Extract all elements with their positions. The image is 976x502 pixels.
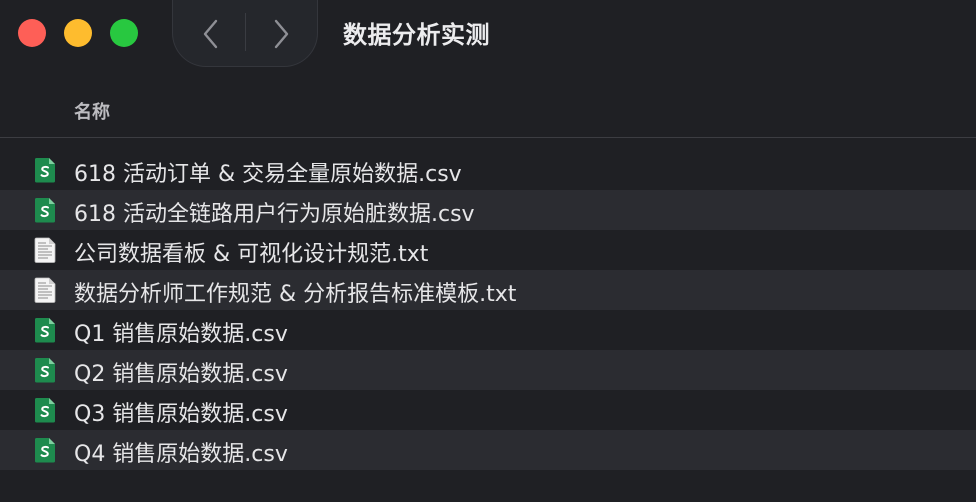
navigation-control (172, 0, 318, 67)
spreadsheet-icon (34, 317, 56, 343)
file-name: Q1 销售原始数据.csv (74, 322, 288, 347)
file-row[interactable]: 公司数据看板 & 可视化设计规范.txt (0, 230, 976, 270)
file-name: Q4 销售原始数据.csv (74, 442, 288, 467)
spreadsheet-icon (34, 397, 56, 423)
file-name: Q3 销售原始数据.csv (74, 402, 288, 427)
close-window-button[interactable] (18, 19, 46, 47)
column-header-name[interactable]: 名称 (74, 98, 110, 124)
file-row[interactable]: Q2 销售原始数据.csv (0, 350, 976, 390)
file-name: 公司数据看板 & 可视化设计规范.txt (74, 242, 429, 267)
file-list: 618 活动订单 & 交易全量原始数据.csv 618 活动全链路用户行为原始脏数… (0, 150, 976, 470)
file-name: 数据分析师工作规范 & 分析报告标准模板.txt (74, 282, 517, 307)
chevron-right-icon (274, 19, 289, 49)
file-row[interactable]: Q1 销售原始数据.csv (0, 310, 976, 350)
nav-divider (245, 13, 246, 51)
text-document-icon (34, 277, 56, 303)
file-row[interactable]: 618 活动全链路用户行为原始脏数据.csv (0, 190, 976, 230)
column-header-row: 名称 (0, 82, 976, 138)
file-row[interactable]: 数据分析师工作规范 & 分析报告标准模板.txt (0, 270, 976, 310)
finder-window: 数据分析实测 名称 618 活动订单 & 交易全量原始数据.csv 618 活动全… (0, 0, 976, 502)
spreadsheet-icon (34, 157, 56, 183)
file-name: 618 活动订单 & 交易全量原始数据.csv (74, 162, 462, 187)
file-row[interactable]: Q3 销售原始数据.csv (0, 390, 976, 430)
spreadsheet-icon (34, 197, 56, 223)
file-name: 618 活动全链路用户行为原始脏数据.csv (74, 202, 475, 227)
back-button[interactable] (191, 14, 231, 54)
chevron-left-icon (203, 19, 218, 49)
spreadsheet-icon (34, 437, 56, 463)
minimize-window-button[interactable] (64, 19, 92, 47)
title-bar: 数据分析实测 (0, 0, 976, 70)
spreadsheet-icon (34, 357, 56, 383)
file-row[interactable]: 618 活动订单 & 交易全量原始数据.csv (0, 150, 976, 190)
maximize-window-button[interactable] (110, 19, 138, 47)
forward-button[interactable] (261, 14, 301, 54)
text-document-icon (34, 237, 56, 263)
file-row[interactable]: Q4 销售原始数据.csv (0, 430, 976, 470)
file-name: Q2 销售原始数据.csv (74, 362, 288, 387)
window-title: 数据分析实测 (343, 21, 490, 49)
